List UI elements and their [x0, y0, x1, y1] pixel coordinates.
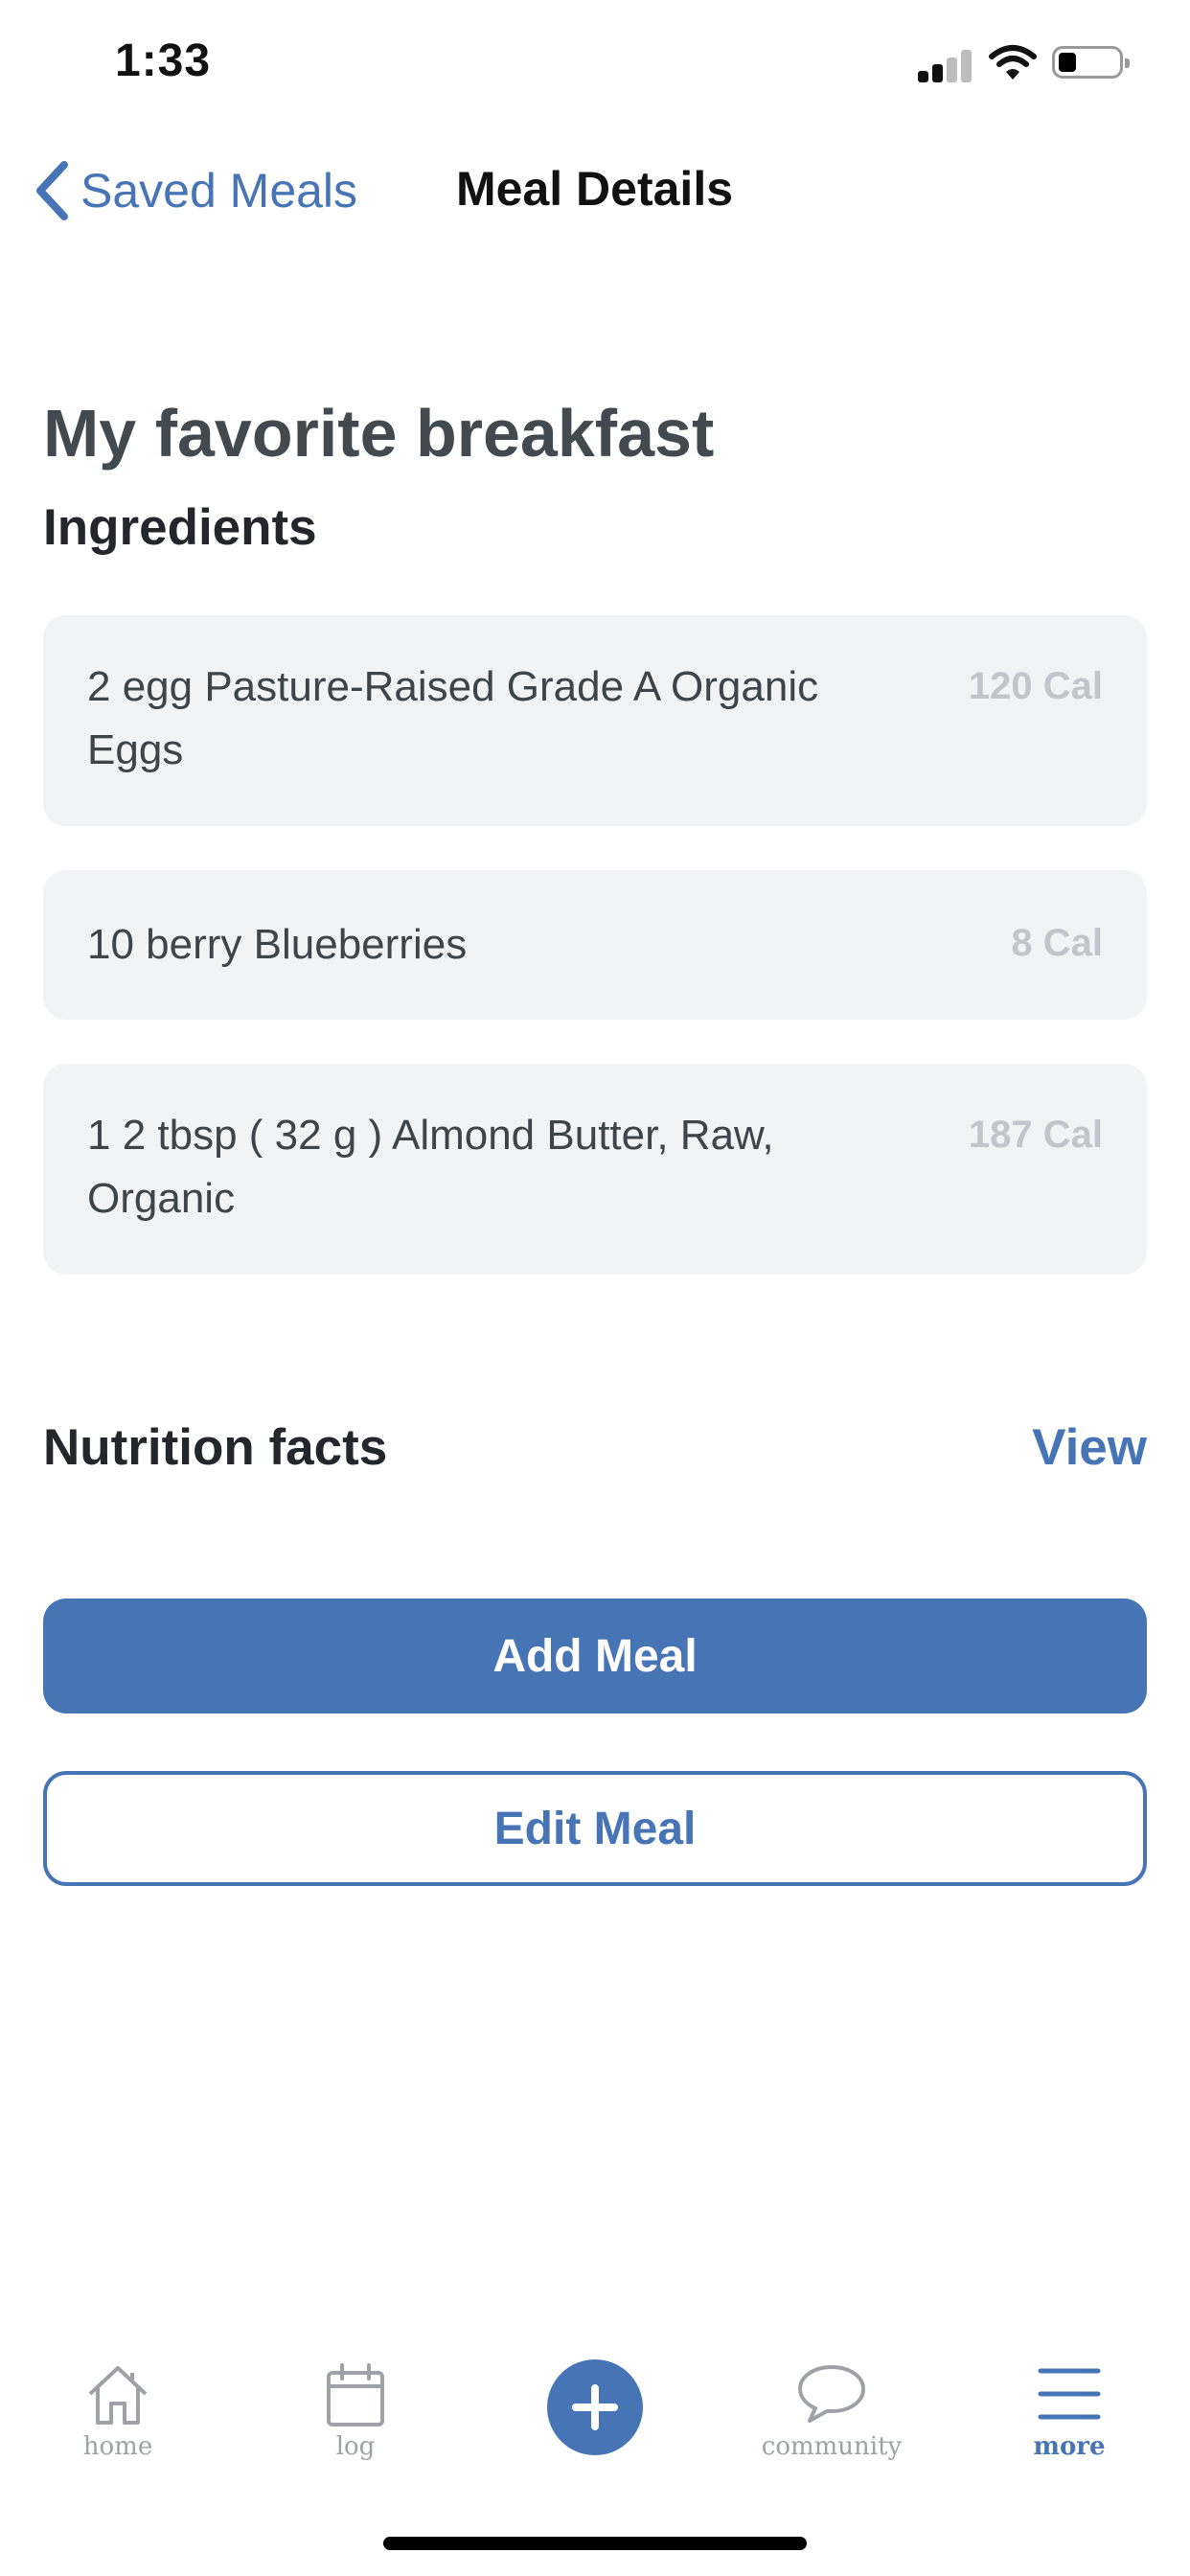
tab-label: home: [82, 2432, 153, 2461]
meal-name: My favorite breakfast: [43, 396, 715, 471]
calendar-icon: [327, 2363, 384, 2426]
ingredient-name: 2 egg Pasture-Raised Grade A Organic Egg…: [87, 663, 819, 773]
ingredient-calories: 8 Cal: [1011, 922, 1103, 964]
add-button[interactable]: [547, 2359, 643, 2455]
cellular-signal-icon: [918, 50, 972, 82]
battery-icon: [1052, 46, 1130, 79]
ingredient-name: 10 berry Blueberries: [87, 921, 468, 968]
nutrition-facts-row: Nutrition facts View: [43, 1418, 1147, 1495]
ingredient-calories: 120 Cal: [968, 665, 1103, 707]
chevron-left-icon: [36, 161, 68, 220]
tab-label: more: [1033, 2432, 1106, 2461]
status-time: 1:33: [115, 35, 212, 86]
home-icon: [88, 2366, 148, 2425]
ingredient-item[interactable]: 2 egg Pasture-Raised Grade A Organic Egg…: [43, 615, 1147, 826]
chat-bubble-icon: [798, 2365, 865, 2423]
back-button[interactable]: Saved Meals: [34, 157, 357, 224]
ingredient-item[interactable]: 10 berry Blueberries 8 Cal: [43, 870, 1147, 1020]
tab-community[interactable]: community: [745, 2329, 918, 2472]
view-nutrition-link[interactable]: View: [1032, 1418, 1147, 1477]
ingredient-name: 1 2 tbsp ( 32 g ) Almond Butter, Raw, Or…: [87, 1112, 774, 1222]
tab-label: log: [335, 2432, 376, 2461]
ingredient-calories: 187 Cal: [968, 1114, 1103, 1156]
status-bar: 1:33: [0, 0, 1190, 134]
tab-bar: home log community more: [0, 2329, 1190, 2472]
tab-more[interactable]: more: [983, 2329, 1156, 2472]
tab-home[interactable]: home: [32, 2329, 204, 2472]
ingredients-heading: Ingredients: [43, 499, 317, 556]
home-indicator: [383, 2537, 807, 2550]
tab-label: community: [761, 2432, 903, 2461]
edit-meal-button[interactable]: Edit Meal: [43, 1771, 1147, 1886]
nutrition-facts-heading: Nutrition facts: [43, 1419, 388, 1476]
navigation-bar: Saved Meals Meal Details: [0, 144, 1190, 240]
add-meal-button[interactable]: Add Meal: [43, 1598, 1147, 1714]
ingredient-item[interactable]: 1 2 tbsp ( 32 g ) Almond Butter, Raw, Or…: [43, 1064, 1147, 1275]
plus-icon: [572, 2384, 618, 2430]
tab-log[interactable]: log: [269, 2329, 442, 2472]
back-label: Saved Meals: [80, 164, 358, 218]
wifi-icon: [989, 45, 1037, 80]
menu-icon: [1038, 2368, 1101, 2420]
page-title: Meal Details: [456, 162, 734, 216]
